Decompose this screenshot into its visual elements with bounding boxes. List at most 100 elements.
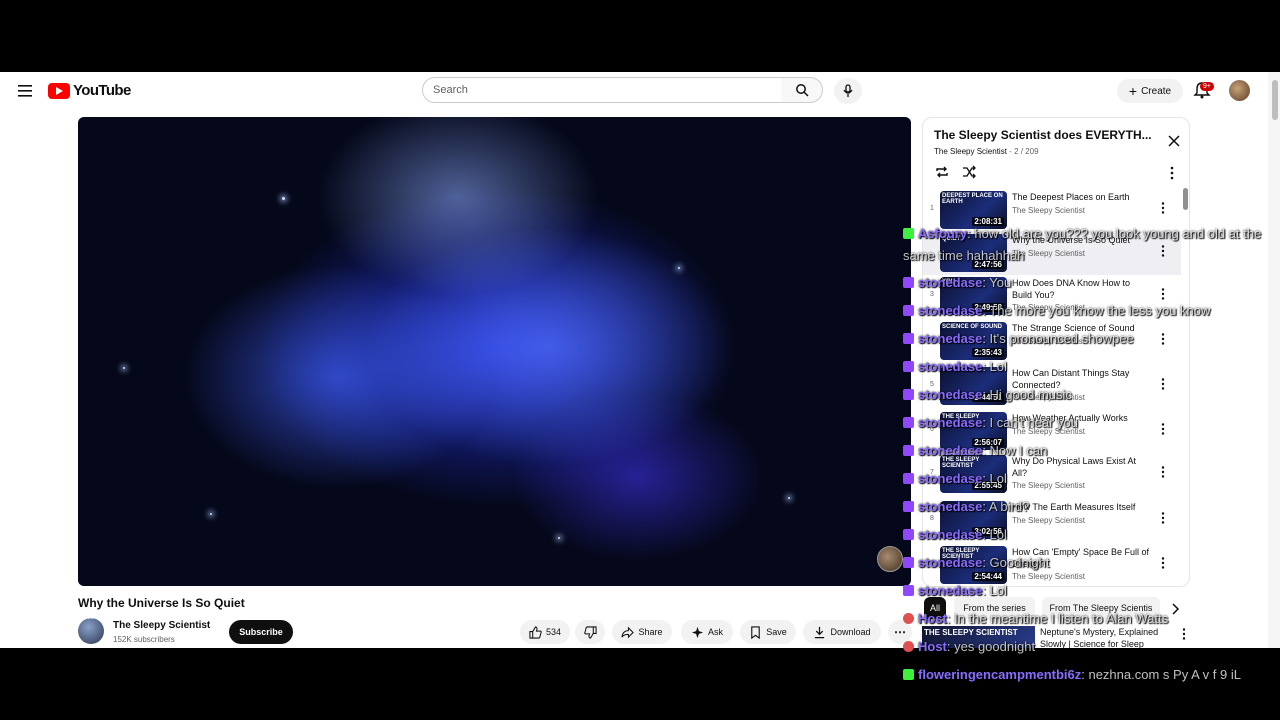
dislike-button[interactable] (575, 620, 605, 644)
chat-message: stonedase: Lol (903, 356, 1275, 378)
loop-icon[interactable] (934, 164, 950, 180)
chat-username: stonedase (918, 387, 983, 402)
twitch-badge-icon (903, 445, 914, 456)
chat-username: stonedase (918, 471, 983, 486)
search-input[interactable]: Search (422, 77, 782, 103)
chat-text: : I can't hear you (982, 415, 1079, 430)
share-button[interactable]: Share (612, 620, 672, 644)
twitch-badge-icon (903, 333, 914, 344)
microphone-icon (843, 84, 853, 97)
chat-username: stonedase (918, 303, 983, 318)
streamer-name: Mizddabz (36, 606, 104, 623)
chat-text: : In the meantime I listen to Alan Watts (946, 611, 1169, 626)
chat-username: stonedase (918, 359, 983, 374)
star (210, 513, 212, 515)
playlist-scroll-thumb[interactable] (1183, 188, 1188, 210)
kick-badge-icon (903, 669, 914, 680)
shuffle-icon[interactable] (961, 164, 977, 180)
close-icon[interactable] (1167, 134, 1181, 148)
chat-username: Host (918, 639, 947, 654)
chat-message: Host: yes goodnight (903, 636, 1275, 658)
chat-username: stonedase (918, 275, 983, 290)
chat-text: : Lol (982, 359, 1007, 374)
thumbs-up-icon (529, 625, 542, 639)
host-badge-icon (903, 613, 914, 624)
thumbs-down-icon (583, 625, 597, 639)
playlist-channel[interactable]: The Sleepy Scientist (934, 147, 1007, 156)
hamburger-menu-icon[interactable] (16, 82, 34, 100)
playlist-options-icon[interactable] (1169, 166, 1175, 180)
voice-search-button[interactable] (834, 78, 862, 104)
twitch-badge-icon (903, 389, 914, 400)
notification-badge: 9+ (1200, 82, 1214, 91)
share-icon (621, 626, 635, 638)
chat-message: stonedase: Lol (903, 468, 1275, 490)
playlist-title[interactable]: The Sleepy Scientist does EVERYTH... (934, 128, 1154, 142)
page-scroll-thumb[interactable] (1272, 80, 1278, 120)
chat-text: : It's pronounced showpee (982, 331, 1134, 346)
chat-username: Asfoury (918, 226, 968, 241)
twitch-badge-icon (903, 501, 914, 512)
twitch-badge-icon (903, 473, 914, 484)
download-icon (815, 626, 825, 638)
chat-message: stonedase: Goodnight (903, 552, 1275, 574)
chat-message: stonedase: Now I can (903, 440, 1275, 462)
floating-avatar[interactable] (877, 546, 903, 572)
chat-username: stonedase (918, 499, 983, 514)
chat-text: : nezhna.com s Py A v f 9 iL (1081, 667, 1241, 682)
playlist-subtitle: The Sleepy Scientist - 2 / 209 (934, 147, 1039, 156)
channel-name[interactable]: The Sleepy Scientist (113, 620, 210, 631)
video-player[interactable] (78, 117, 911, 586)
chat-message: stonedase: Lol (903, 580, 1275, 602)
playlist-item-index: 1 (930, 205, 934, 212)
download-label: Download (830, 627, 871, 637)
item-options-icon[interactable] (1161, 202, 1165, 214)
chat-message: Host: In the meantime I listen to Alan W… (903, 608, 1275, 630)
save-button[interactable]: Save (740, 620, 796, 644)
chat-text: : Lol (982, 583, 1007, 598)
star (678, 267, 680, 269)
thumbnail-text: DEEPEST PLACE ON EARTH (942, 193, 1003, 205)
chat-text: : A bird? (982, 499, 1030, 514)
chat-text: : Goodnight (982, 555, 1050, 570)
subscriber-count: 152K subscribers (113, 635, 175, 644)
chat-username: stonedase (918, 583, 983, 598)
twitch-badge-icon (903, 277, 914, 288)
account-avatar[interactable] (1229, 80, 1250, 101)
chat-text: : yes goodnight (946, 639, 1036, 654)
twitch-badge-icon (903, 557, 914, 568)
masthead: YouTube Search + Create 9+ (0, 72, 1268, 110)
chat-message: stonedase: You (903, 272, 1275, 294)
chat-username: stonedase (918, 331, 983, 346)
chat-message: stonedase: I can't hear you (903, 412, 1275, 434)
chat-text: : You (982, 275, 1012, 290)
twitch-badge-icon (903, 585, 914, 596)
like-button[interactable]: 534 (520, 620, 570, 644)
chat-username: floweringencampmentbi6z (918, 667, 1082, 682)
youtube-logo[interactable]: YouTube (48, 82, 131, 99)
sparkle-icon (691, 626, 704, 638)
playlist-item-title: The Deepest Places on Earth (1012, 192, 1130, 202)
bookmark-icon (751, 625, 761, 639)
create-button[interactable]: + Create (1117, 79, 1183, 103)
chat-text: : Hi good music (982, 387, 1072, 402)
download-button[interactable]: Download (803, 620, 881, 644)
play-logo-icon (48, 82, 70, 99)
chat-text: : Lol (982, 527, 1007, 542)
search-button[interactable] (781, 77, 823, 103)
share-label: Share (638, 627, 663, 637)
subscribe-button[interactable]: Subscribe (229, 620, 293, 644)
logo-text: YouTube (73, 82, 131, 99)
monitor-icon (16, 607, 32, 621)
chat-text: : Lol (982, 471, 1007, 486)
twitch-badge-icon (903, 361, 914, 372)
twitch-badge-icon (903, 417, 914, 428)
like-count: 534 (545, 627, 562, 637)
chat-text: : The more you know the less you know (982, 303, 1211, 318)
twitch-badge-icon (903, 305, 914, 316)
ask-button[interactable]: Ask (681, 620, 733, 644)
star (558, 537, 560, 539)
create-label: Create (1141, 85, 1172, 97)
chat-message: stonedase: A bird? (903, 496, 1275, 518)
host-badge-icon (903, 641, 914, 652)
